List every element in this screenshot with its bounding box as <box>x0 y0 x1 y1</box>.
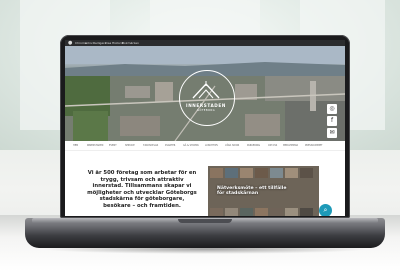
participant-tile <box>225 208 238 216</box>
laptop-screen: ● Chrome Arkiv Redigera Visa Historik Bo… <box>65 40 345 216</box>
logo-subtitle: GÖTEBORG <box>196 109 216 112</box>
logo-title: INNERSTADEN <box>186 103 226 108</box>
video-caption: Nätverksmöte – ett tillfälle för stadskä… <box>217 186 287 197</box>
nav-item[interactable]: MEDLEMMAR <box>283 144 298 147</box>
facebook-icon[interactable]: f <box>327 116 337 126</box>
nav-item[interactable]: EVENT <box>109 144 117 147</box>
laptop-opening-notch <box>178 219 232 223</box>
nav-item[interactable]: KVARTER <box>165 144 175 147</box>
participant-tile <box>300 208 313 216</box>
nav-item[interactable]: PRESSRUMMET <box>305 144 322 147</box>
participant-tile <box>225 168 238 178</box>
nav-item[interactable]: GÅ & SHOPPA <box>183 144 199 147</box>
nav-item-hem[interactable]: HEM <box>73 144 78 147</box>
participant-tile <box>240 168 253 178</box>
nav-item[interactable]: SERVICE <box>125 144 135 147</box>
mail-icon[interactable]: ✉ <box>327 128 337 138</box>
participant-tile <box>240 208 253 216</box>
participant-tile <box>285 168 298 178</box>
participant-tile <box>300 168 313 178</box>
instagram-icon[interactable]: ◎ <box>327 104 337 114</box>
hero-city-photo: INNERSTADEN GÖTEBORG ◎ f ✉ <box>65 46 345 141</box>
participant-tile <box>210 168 223 178</box>
nav-item[interactable]: OM OSS <box>268 144 277 147</box>
participant-tile <box>270 168 283 178</box>
search-icon[interactable]: ⌕ <box>319 204 332 216</box>
logo-emblem-icon <box>192 81 220 99</box>
participant-tile <box>285 208 298 216</box>
nav-item[interactable]: STADSDELAR <box>143 144 158 147</box>
intro-text: Vi är 500 företag som arbetar för en try… <box>87 170 197 209</box>
participant-tile <box>270 208 283 216</box>
nav-item[interactable]: LUNCHTIPS <box>205 144 218 147</box>
main-navigation: HEM INNERSTADEN EVENT SERVICE STADSDELAR… <box>65 141 345 151</box>
participant-tile <box>255 168 268 178</box>
participant-tile <box>210 208 223 216</box>
nav-item[interactable]: VÅRA SIDOR <box>225 144 239 147</box>
participant-tile <box>255 208 268 216</box>
nav-item[interactable]: PARKERING <box>247 144 260 147</box>
nav-item[interactable]: INNERSTADEN <box>87 144 103 147</box>
